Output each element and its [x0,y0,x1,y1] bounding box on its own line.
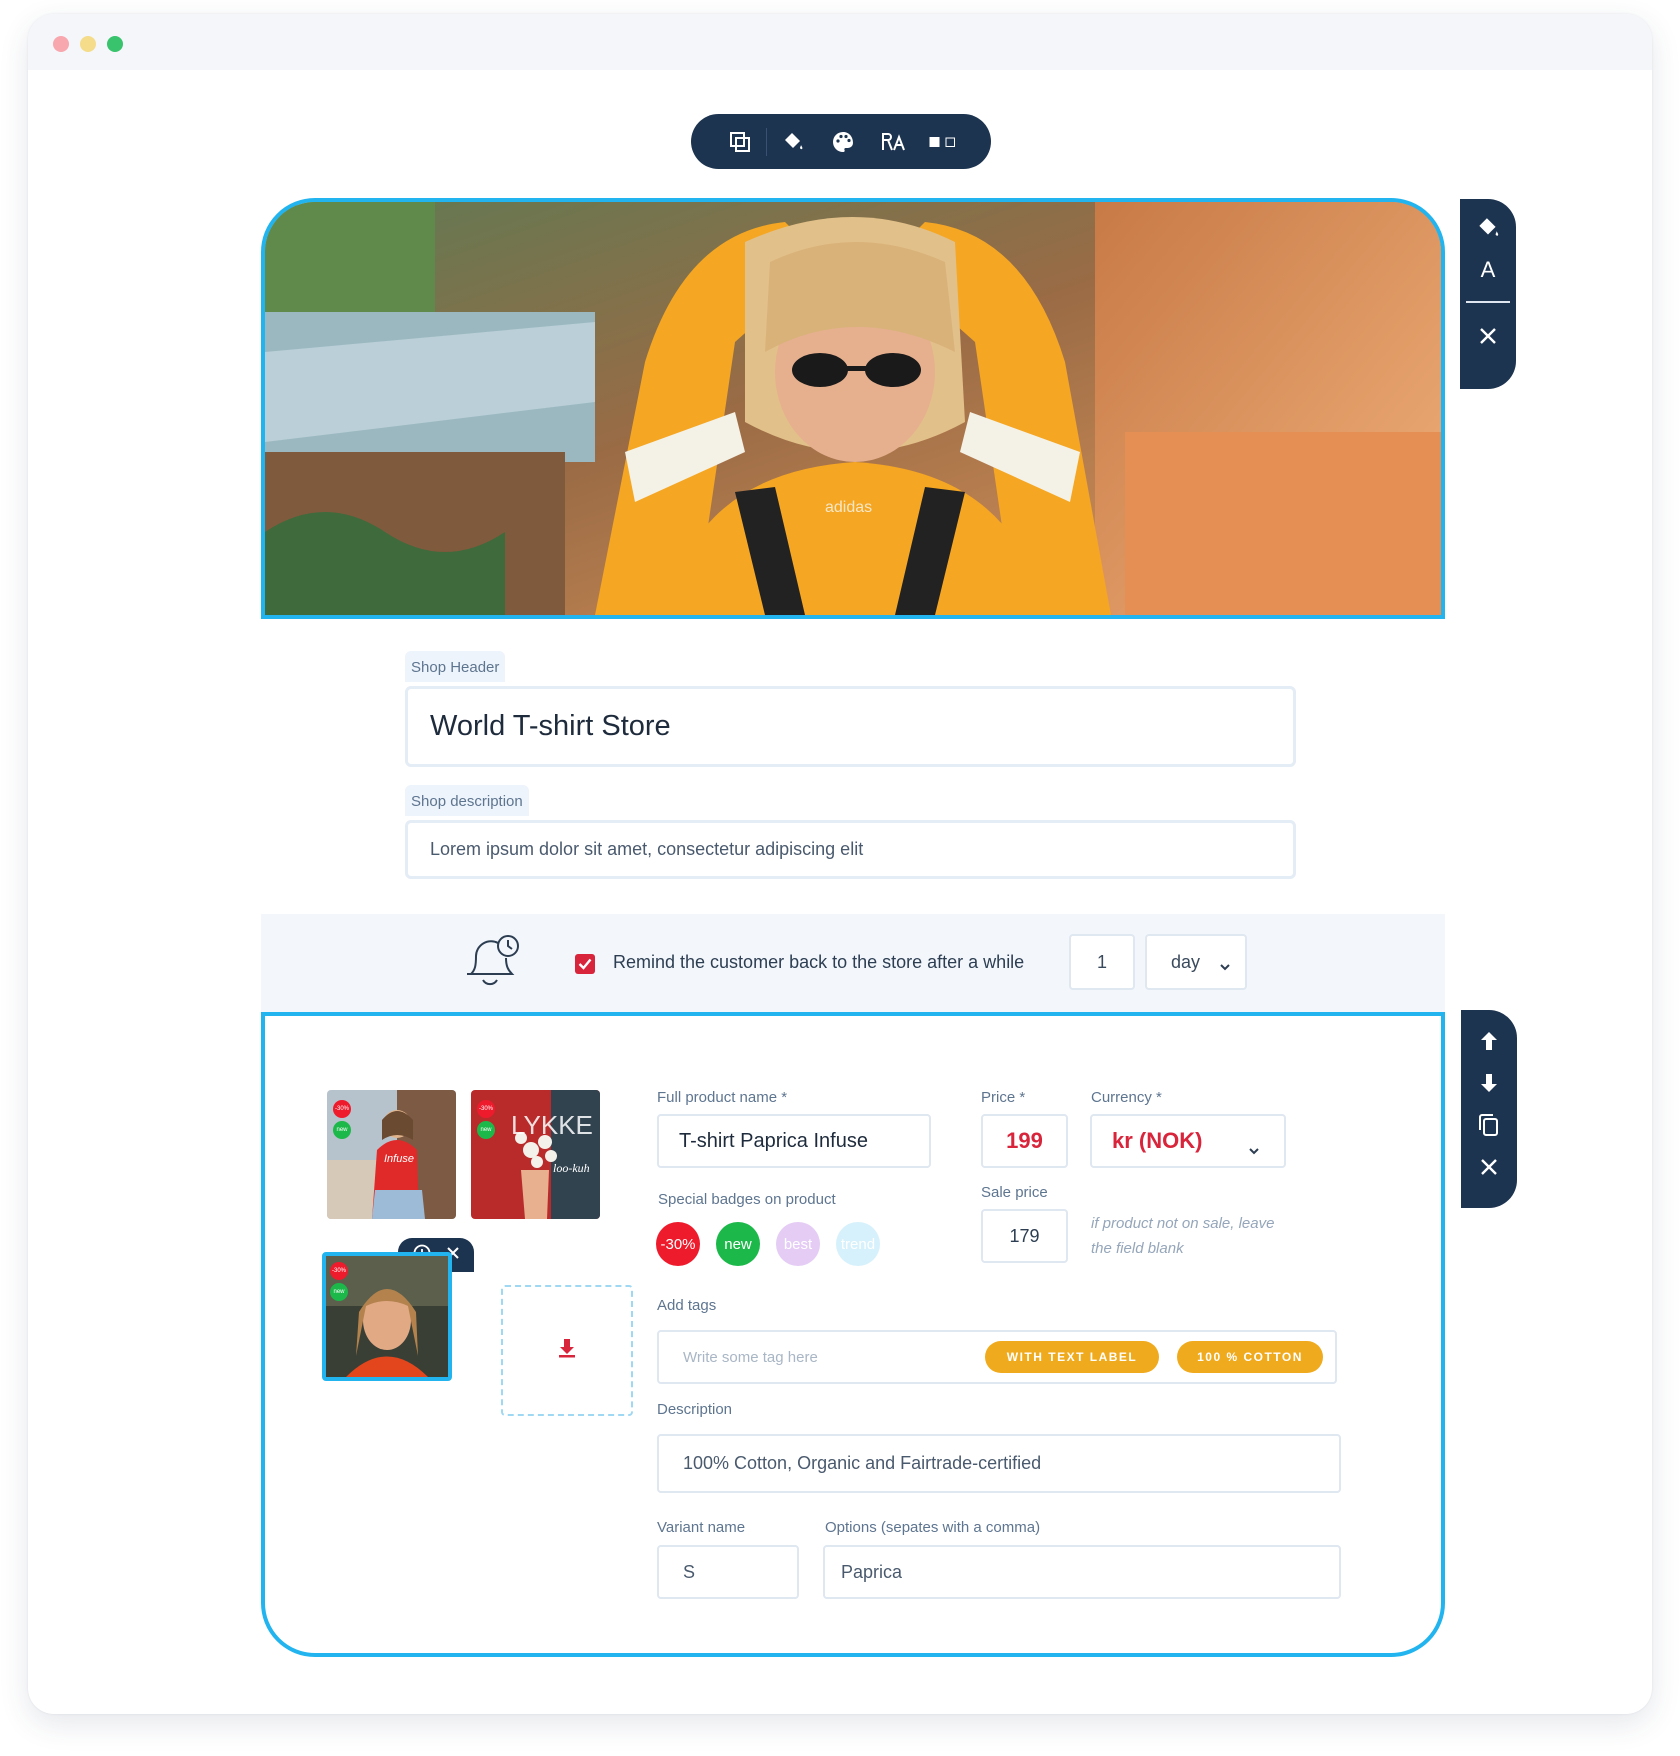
font-size-icon[interactable] [879,128,907,156]
product-name-value: T-shirt Paprica Infuse [679,1129,868,1152]
reminder-label: Remind the customer back to the store af… [613,952,1025,972]
options-label: Options (sepates with a comma) [825,1519,1041,1536]
reminder-unit-select[interactable]: day [1145,934,1247,990]
frame-style-icon[interactable] [929,128,957,156]
sale-price-input[interactable]: 179 [981,1209,1068,1263]
description-value: 100% Cotton, Organic and Fairtrade-certi… [683,1453,1042,1473]
thumb-new-badge: new [330,1283,348,1301]
product-name-input[interactable]: T-shirt Paprica Infuse [657,1114,931,1168]
price-input[interactable]: 199 [981,1114,1068,1168]
variant-value: S [683,1561,696,1582]
chevron-down-icon [1248,1136,1260,1162]
bell-clock-icon [461,924,525,999]
product-thumb-3[interactable]: -30% new [322,1252,452,1381]
tags-placeholder: Write some tag here [683,1349,818,1366]
fill-color-icon[interactable] [779,128,807,156]
shop-description-input[interactable]: Lorem ipsum dolor sit amet, consectetur … [405,820,1296,879]
variant-input[interactable]: S [657,1545,799,1599]
product-thumb-1[interactable]: Infuse -30% new [327,1090,456,1219]
reminder-checkbox[interactable] [575,954,595,974]
fill-color-icon[interactable] [1473,213,1503,243]
badge-trend[interactable]: trend [836,1222,880,1266]
thumb-sale-badge: -30% [477,1100,495,1118]
palette-icon[interactable] [829,128,857,156]
thumb-new-badge: new [333,1121,351,1139]
close-icon[interactable] [1473,321,1503,351]
shop-description-value: Lorem ipsum dolor sit amet, consectetur … [430,839,864,859]
window-maximize-dot[interactable] [107,36,123,52]
product-side-toolbar [1461,1010,1517,1208]
hero-banner-block[interactable]: adidas [261,198,1445,619]
image-upload-dropzone[interactable] [501,1285,633,1416]
thumb-sale-badge: -30% [330,1262,348,1280]
duplicate-icon[interactable] [1474,1110,1504,1140]
window-titlebar [28,14,1652,70]
badge-best[interactable]: best [776,1222,820,1266]
shop-info-block: Shop Header World T-shirt Store Shop des… [261,619,1445,914]
reminder-unit-value: day [1171,951,1201,972]
sale-price-label: Sale price [981,1184,1048,1201]
move-up-icon[interactable] [1474,1026,1504,1056]
window-minimize-dot[interactable] [80,36,96,52]
product-block[interactable]: Infuse -30% new LYKKE loo-kuh -30% new -… [261,1012,1445,1657]
price-value: 199 [1006,1128,1043,1153]
thumb-shirt-text: Infuse [384,1153,414,1165]
shop-header-label: Shop Header [405,651,506,682]
description-label: Description [657,1401,733,1418]
price-label: Price * [981,1089,1026,1106]
options-input[interactable]: Paprica [823,1545,1341,1599]
shop-description-label: Shop description [405,785,529,816]
tag-pill-2[interactable]: 100 % COTTON [1177,1341,1323,1373]
thumb-overlay-text: LYKKE [511,1110,593,1140]
thumb-new-badge: new [477,1121,495,1139]
side-toolbar-divider [1466,301,1510,303]
variant-label: Variant name [657,1519,746,1536]
layout-icon[interactable] [726,128,754,156]
text-color-icon[interactable]: A [1473,255,1503,285]
close-icon[interactable] [1474,1152,1504,1182]
thumb-sale-badge: -30% [333,1100,351,1118]
reminder-amount-input[interactable]: 1 [1069,934,1135,990]
window-close-dot[interactable] [53,36,69,52]
product-thumb-2[interactable]: LYKKE loo-kuh -30% new [471,1090,600,1219]
product-name-label: Full product name * [657,1089,788,1106]
reminder-amount-value: 1 [1096,951,1107,972]
badges-label: Special badges on product [658,1191,836,1208]
move-down-icon[interactable] [1474,1068,1504,1098]
badge-new[interactable]: new [716,1222,760,1266]
svg-text:adidas: adidas [825,499,872,516]
currency-select[interactable]: kr (NOK) [1090,1114,1286,1168]
sale-price-value: 179 [1009,1225,1040,1246]
shop-header-value: World T-shirt Store [430,710,671,742]
currency-label: Currency * [1091,1089,1162,1106]
currency-value: kr (NOK) [1112,1128,1203,1153]
description-input[interactable]: 100% Cotton, Organic and Fairtrade-certi… [657,1434,1341,1493]
thumb-overlay-sub: loo-kuh [553,1161,590,1175]
hero-side-toolbar: A [1460,199,1516,389]
shop-header-input[interactable]: World T-shirt Store [405,686,1296,767]
tags-label: Add tags [657,1297,717,1314]
badge-sale[interactable]: -30% [656,1222,700,1266]
sale-price-hint: if product not on sale, leave the field … [1091,1215,1275,1257]
hero-photo: adidas [265,202,1441,615]
reminder-bar: Remind the customer back to the store af… [261,914,1445,1012]
chevron-down-icon [1219,956,1231,977]
tag-pill-1[interactable]: WITH TEXT LABEL [985,1341,1159,1373]
top-style-toolbar [691,114,991,169]
options-value: Paprica [841,1561,903,1582]
tags-input[interactable]: Write some tag here WITH TEXT LABEL 100 … [657,1330,1337,1384]
toolbar-divider [765,127,767,156]
upload-arrow-icon [558,1338,576,1363]
